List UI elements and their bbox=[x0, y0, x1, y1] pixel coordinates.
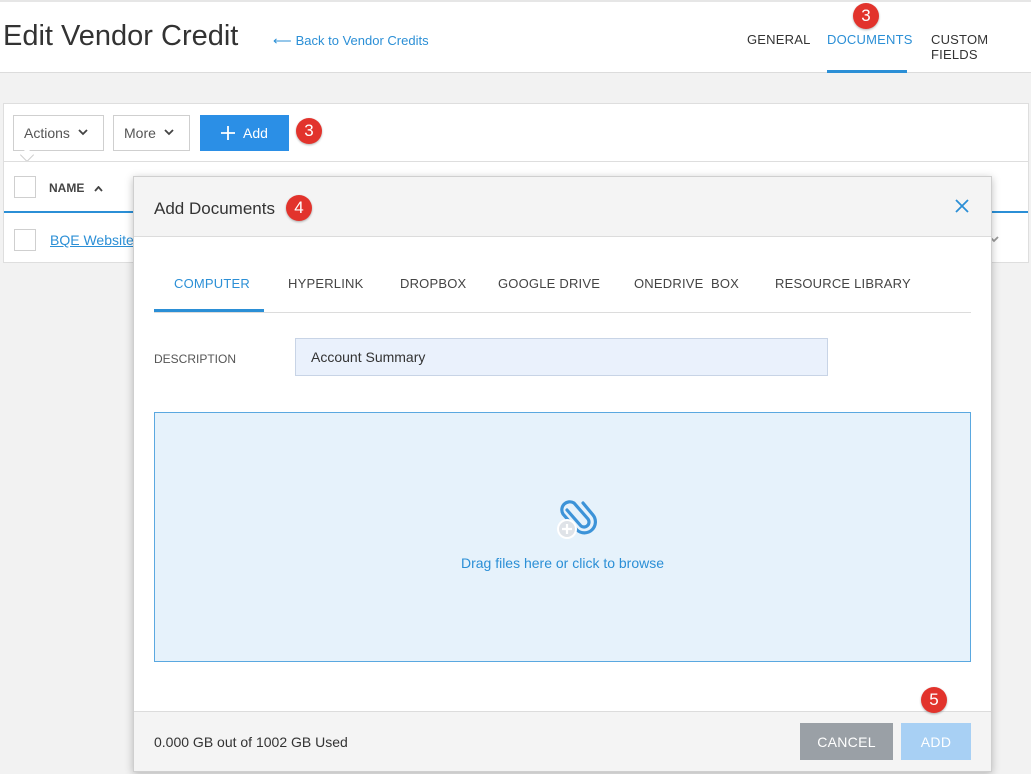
page-title: Edit Vendor Credit bbox=[3, 20, 239, 52]
modal-header: Add Documents bbox=[134, 177, 991, 237]
paperclip-add-icon bbox=[550, 498, 600, 542]
sort-up-icon bbox=[94, 184, 103, 195]
modal-tab-resource-library[interactable]: RESOURCE LIBRARY bbox=[775, 276, 911, 291]
modal-tab-hyperlink[interactable]: HYPERLINK bbox=[288, 276, 364, 291]
tab-custom-fields[interactable]: CUSTOM FIELDS bbox=[931, 32, 1031, 62]
modal-active-tab-indicator bbox=[154, 309, 264, 312]
cancel-button[interactable]: CANCEL bbox=[800, 723, 893, 760]
select-all-checkbox[interactable] bbox=[14, 176, 36, 198]
more-label: More bbox=[124, 125, 156, 141]
add-button[interactable]: Add bbox=[200, 115, 289, 151]
modal-tab-dropbox[interactable]: DROPBOX bbox=[400, 276, 466, 291]
modal-tab-box[interactable]: BOX bbox=[711, 276, 739, 291]
modal-tab-google-drive[interactable]: GOOGLE DRIVE bbox=[498, 276, 600, 291]
dropzone-text: Drag files here or click to browse bbox=[460, 555, 665, 571]
actions-dropdown[interactable]: Actions bbox=[13, 115, 104, 151]
add-button-label: Add bbox=[243, 125, 268, 141]
modal-footer: 0.000 GB out of 1002 GB Used CANCEL ADD bbox=[134, 711, 991, 771]
column-name-label: NAME bbox=[49, 181, 85, 195]
modal-tab-computer[interactable]: COMPUTER bbox=[174, 276, 250, 291]
add-document-button[interactable]: ADD bbox=[901, 723, 971, 760]
back-arrow-icon: ⟵ bbox=[273, 33, 292, 48]
modal-title: Add Documents bbox=[154, 199, 275, 218]
plus-icon bbox=[221, 122, 236, 144]
step-badge: 3 bbox=[296, 118, 322, 144]
close-icon[interactable] bbox=[955, 197, 969, 217]
column-name-header[interactable]: NAME bbox=[49, 181, 103, 195]
chevron-down-icon bbox=[78, 127, 88, 139]
description-label: DESCRIPTION bbox=[154, 352, 237, 366]
storage-usage-text: 0.000 GB out of 1002 GB Used bbox=[154, 734, 348, 750]
row-checkbox[interactable] bbox=[14, 229, 36, 251]
table-row-link[interactable]: BQE Website bbox=[50, 232, 134, 248]
back-link-label: Back to Vendor Credits bbox=[295, 33, 429, 48]
step-badge: 4 bbox=[286, 195, 312, 221]
add-documents-modal: Add Documents COMPUTER HYPERLINK DROPBOX… bbox=[133, 176, 992, 772]
active-tab-indicator bbox=[827, 70, 907, 73]
step-badge: 5 bbox=[921, 687, 947, 713]
back-to-vendor-credits-link[interactable]: ⟵ Back to Vendor Credits bbox=[273, 33, 429, 49]
file-dropzone[interactable]: Drag files here or click to browse bbox=[154, 412, 971, 662]
actions-label: Actions bbox=[24, 125, 70, 141]
modal-tabs-divider bbox=[154, 312, 971, 313]
step-badge: 3 bbox=[853, 3, 879, 29]
more-dropdown[interactable]: More bbox=[113, 115, 190, 151]
tab-documents[interactable]: DOCUMENTS bbox=[827, 32, 913, 47]
tab-general[interactable]: GENERAL bbox=[747, 32, 811, 47]
modal-tab-onedrive[interactable]: ONEDRIVE bbox=[634, 276, 704, 291]
description-input[interactable] bbox=[295, 338, 828, 376]
chevron-down-icon bbox=[164, 127, 174, 139]
